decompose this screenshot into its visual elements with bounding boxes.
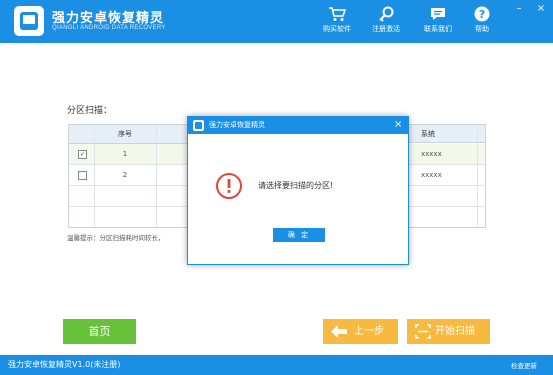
row-checkbox[interactable]: ✓: [78, 150, 87, 159]
contact-us-button[interactable]: 联系我们: [417, 6, 459, 40]
key-icon: [379, 6, 394, 22]
warning-icon: [216, 173, 242, 199]
buy-software-label: 购买软件: [323, 25, 351, 33]
row-index: 1: [122, 150, 128, 158]
row-system: xxxxx: [421, 171, 442, 179]
svg-text:?: ?: [479, 8, 485, 21]
buy-software-button[interactable]: 购买软件: [316, 6, 358, 40]
help-label: 帮助: [475, 25, 489, 33]
previous-step-button[interactable]: 上一步: [323, 319, 398, 344]
dialog-title: 强力安卓恢复精灵: [209, 121, 265, 129]
chat-icon: [431, 8, 445, 20]
help-icon: ?: [474, 6, 490, 22]
dialog-message: 请选择要扫描的分区!: [258, 181, 334, 190]
start-scan-label: 开始扫描: [435, 326, 475, 337]
register-activate-label: 注册激活: [372, 25, 400, 33]
version-status: 强力安卓恢复精灵V1.0(未注册): [8, 360, 121, 369]
status-bar: 强力安卓恢复精灵V1.0(未注册) 检查更新: [0, 355, 553, 375]
register-activate-button[interactable]: 注册激活: [365, 6, 407, 40]
app-logo: [14, 6, 44, 36]
title-bar: 强力安卓恢复精灵 QIANGLI ANDROID DATA RECOVERY 购…: [0, 0, 553, 43]
table-header-system: 系统: [401, 125, 485, 143]
app-subtitle: QIANGLI ANDROID DATA RECOVERY: [52, 25, 166, 31]
dialog-title-bar: 强力安卓恢复精灵 ×: [188, 117, 408, 134]
dialog-close-button[interactable]: ×: [394, 119, 402, 131]
start-scan-button[interactable]: 开始扫描: [407, 319, 490, 344]
partition-scan-label: 分区扫描：: [67, 106, 113, 116]
cart-icon: [329, 7, 346, 21]
close-button[interactable]: ×: [535, 3, 547, 15]
alert-dialog: 强力安卓恢复精灵 × 请选择要扫描的分区! 确 定: [187, 116, 409, 265]
window-controls: – ×: [511, 3, 551, 15]
scan-icon: [415, 324, 431, 339]
scan-tip: 温馨提示：分区扫描耗时间较长，: [67, 234, 165, 242]
dialog-app-icon: [193, 120, 204, 131]
ok-button[interactable]: 确 定: [273, 228, 325, 242]
row-index: 2: [122, 171, 128, 179]
previous-step-label: 上一步: [354, 326, 384, 337]
arrow-left-icon: [331, 325, 347, 338]
app-title: 强力安卓恢复精灵: [52, 10, 165, 25]
table-header-index: 序号: [94, 125, 156, 144]
contact-us-label: 联系我们: [424, 25, 452, 33]
table-header-checkbox: [69, 125, 94, 144]
check-update-link[interactable]: 检查更新: [511, 360, 537, 370]
home-button[interactable]: 首页: [63, 319, 136, 344]
row-checkbox[interactable]: [78, 171, 87, 180]
help-button[interactable]: ? 帮助: [461, 6, 503, 40]
row-system: xxxxx: [421, 150, 442, 158]
minimize-button[interactable]: –: [513, 3, 525, 15]
